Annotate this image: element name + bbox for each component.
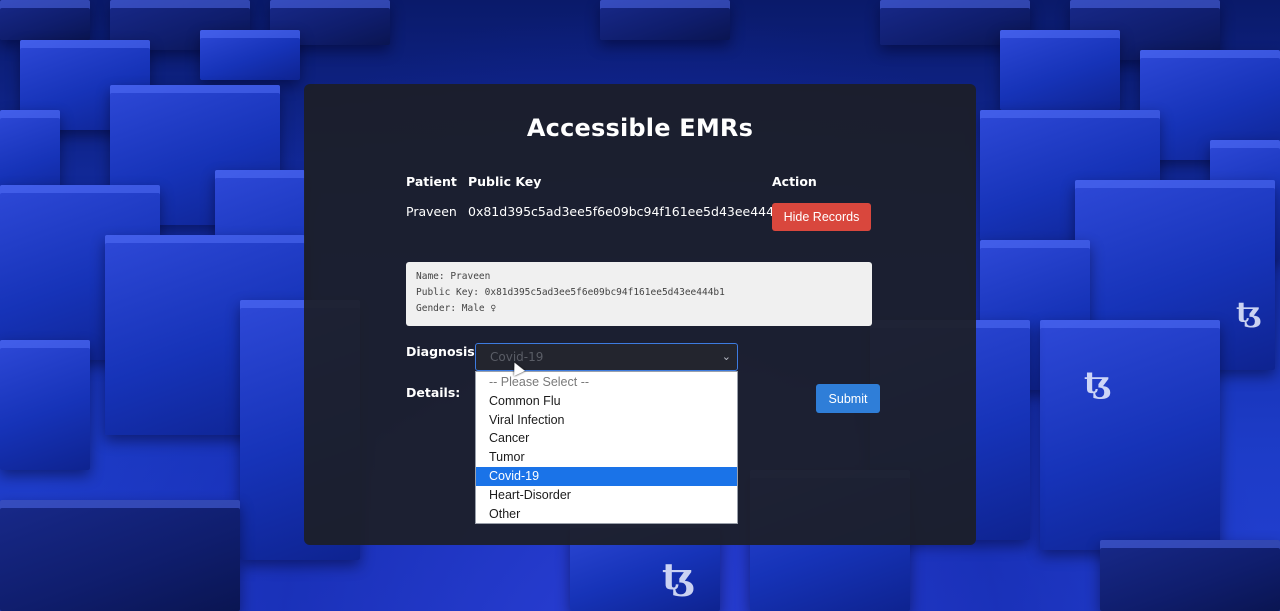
public-key-cell: 0x81d395c5ad3ee5f6e09bc94f161ee5d43ee444… [468,204,790,219]
record-name-line: Name: Praveen [416,271,491,282]
diagnosis-option[interactable]: Tumor [476,448,737,467]
diagnosis-option[interactable]: Covid-19 [476,466,737,486]
emr-panel: Accessible EMRs Patient Public Key Actio… [304,84,976,545]
submit-button[interactable]: Submit [816,384,880,413]
details-label: Details: [406,385,461,400]
column-header-action: Action [772,174,817,189]
patient-name-cell: Praveen [406,204,457,219]
diagnosis-option[interactable]: -- Please Select -- [476,373,737,392]
record-details-box: Name: Praveen Public Key: 0x81d395c5ad3e… [406,262,872,326]
diagnosis-option[interactable]: Other [476,505,737,524]
tezos-logo-icon: ꜩ [1084,366,1112,401]
column-header-public-key: Public Key [468,174,542,189]
page-title: Accessible EMRs [526,114,754,142]
column-header-patient: Patient [406,174,457,189]
record-gender-line: Gender: Male ♀ [416,303,497,314]
diagnosis-options-list[interactable]: -- Please Select -- Common Flu Viral Infec… [475,371,738,525]
diagnosis-option[interactable]: Common Flu [476,392,737,411]
diagnosis-option[interactable]: Viral Infection [476,411,737,430]
chevron-down-icon: ⌄ [721,350,731,363]
diagnosis-option[interactable]: Heart-Disorder [476,486,737,505]
diagnosis-option[interactable]: Cancer [476,429,737,448]
diagnosis-label: Diagnosis: [406,344,480,359]
tezos-logo-icon: ꜩ [662,556,695,598]
record-key-line: Public Key: 0x81d395c5ad3ee5f6e09bc94f16… [416,287,725,298]
tezos-logo-icon: ꜩ [1236,296,1262,329]
hide-records-button[interactable]: Hide Records [772,203,871,231]
